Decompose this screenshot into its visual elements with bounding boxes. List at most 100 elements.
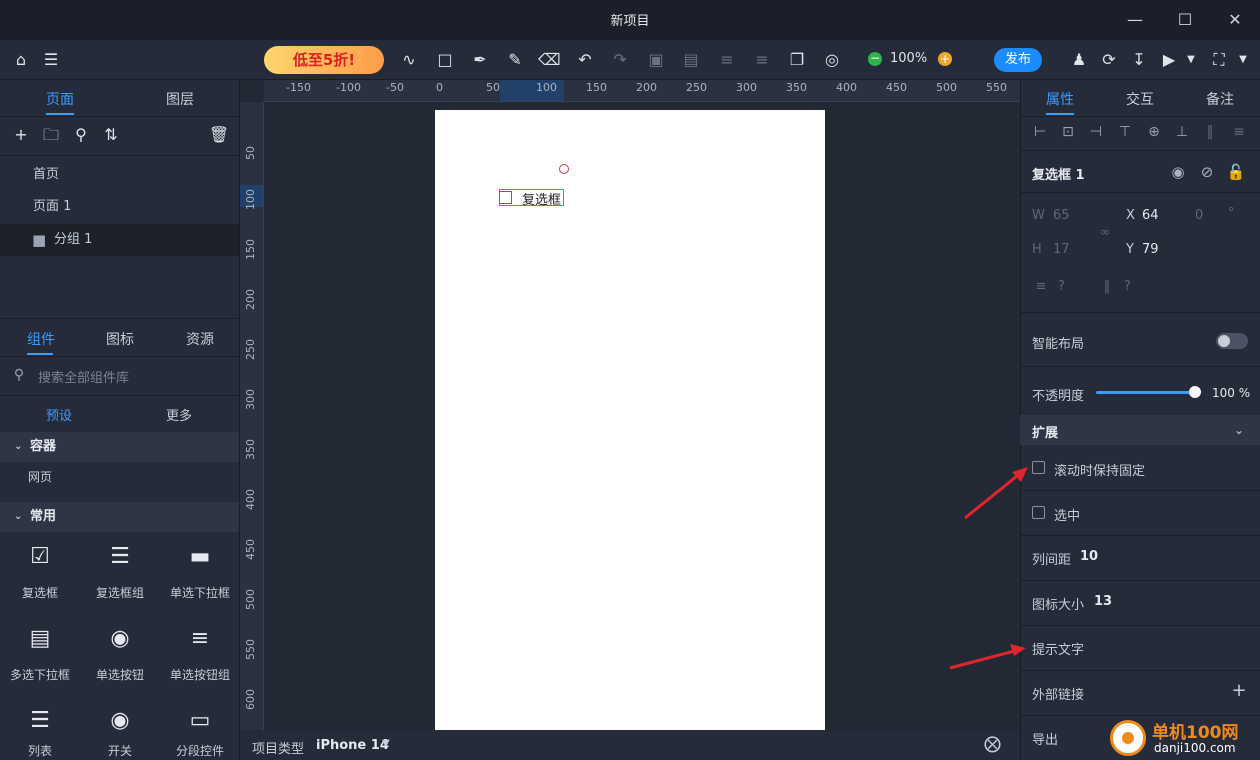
search-icon[interactable]: ⚲	[70, 124, 92, 146]
zoom-in-button[interactable]: +	[938, 52, 952, 66]
pen-icon[interactable]: ✒	[469, 49, 491, 71]
tab-components[interactable]: 组件	[27, 329, 55, 349]
distribute-vertical-icon[interactable]: ≡	[716, 49, 738, 71]
element-name[interactable]: 复选框 1	[1032, 164, 1085, 183]
sort-icon[interactable]: ⇅	[100, 124, 122, 146]
close-button[interactable]: ✕	[1222, 8, 1248, 32]
smart-layout-toggle[interactable]	[1216, 333, 1248, 349]
component-checkbox-group[interactable]: ☰ 复选框组	[80, 540, 160, 601]
promo-banner[interactable]: 低至5折!	[264, 46, 384, 74]
chevron-down-icon[interactable]: ▼	[1232, 49, 1254, 71]
publish-button[interactable]: 发布	[994, 48, 1042, 72]
component-radio[interactable]: ◉ 单选按钮	[80, 622, 160, 683]
tab-properties[interactable]: 属性	[1046, 89, 1074, 109]
component-checkbox[interactable]: ☑ 复选框	[0, 540, 80, 601]
distribute-v-icon[interactable]: ≡	[1228, 121, 1250, 143]
tab-preset[interactable]: 预设	[46, 405, 72, 424]
group-icon[interactable]: ▣	[645, 49, 667, 71]
align-middle-icon[interactable]: ⊕	[1143, 121, 1165, 143]
page-group-item[interactable]: ■ 分组 1	[0, 224, 239, 256]
opacity-slider-thumb[interactable]	[1189, 386, 1201, 398]
tab-pages[interactable]: 页面	[46, 89, 74, 109]
ruler-tick-label: 150	[586, 81, 607, 94]
maximize-button[interactable]: ☐	[1172, 8, 1198, 32]
icon-size-value[interactable]: 13	[1094, 594, 1112, 609]
x-value[interactable]: 64	[1142, 208, 1159, 223]
rotation-handle[interactable]	[559, 164, 569, 174]
padding-value[interactable]: ?	[1058, 279, 1065, 294]
spacing-value[interactable]: ?	[1124, 279, 1131, 294]
project-type-label: 项目类型	[252, 742, 305, 757]
share-icon[interactable]: ⟳	[1098, 49, 1120, 71]
ungroup-icon[interactable]: ▤	[680, 49, 702, 71]
tab-interaction[interactable]: 交互	[1126, 89, 1154, 109]
component-segmented[interactable]: ▭ 分段控件	[160, 704, 240, 759]
section-container[interactable]: ⌄ 容器	[0, 432, 239, 462]
component-switch[interactable]: ◉ 开关	[80, 704, 160, 759]
rotation-value[interactable]: 0	[1195, 208, 1203, 223]
page-item-home[interactable]: 首页	[0, 159, 239, 191]
chevron-down-icon[interactable]: ⌄	[1228, 419, 1250, 441]
target-icon[interactable]: ◎	[821, 49, 843, 71]
eye-icon[interactable]: ◉	[1167, 161, 1189, 183]
align-bottom-icon[interactable]: ⊥	[1171, 121, 1193, 143]
tab-assets[interactable]: 资源	[186, 329, 214, 349]
component-single-dropdown[interactable]: ▬ 单选下拉框	[160, 540, 240, 601]
align-left-icon[interactable]: ⊢	[1029, 121, 1051, 143]
add-frame-icon[interactable]: □	[434, 49, 456, 71]
connector-icon[interactable]: ∿	[398, 49, 420, 71]
layer-order-icon[interactable]: ❐	[786, 49, 808, 71]
disable-icon[interactable]: ⊘	[1196, 161, 1218, 183]
add-icon[interactable]: +	[1228, 680, 1250, 702]
add-page-icon[interactable]: +	[10, 124, 32, 146]
collaborators-icon[interactable]: ♟	[1068, 49, 1090, 71]
preview-icon[interactable]: ▶	[1158, 49, 1180, 71]
ruler-tick-label: 200	[636, 81, 657, 94]
project-type-select[interactable]: iPhone 14	[316, 738, 389, 753]
distribute-h-icon[interactable]: ‖	[1199, 121, 1221, 143]
link-icon[interactable]: ∞	[1094, 222, 1116, 244]
menu-icon[interactable]: ☰	[40, 49, 62, 71]
tab-more[interactable]: 更多	[166, 405, 192, 424]
component-search-input[interactable]: 搜索全部组件库	[38, 367, 129, 386]
align-center-icon[interactable]: ⊡	[1057, 121, 1079, 143]
home-icon[interactable]: ⌂	[10, 49, 32, 71]
download-icon[interactable]: ↧	[1128, 49, 1150, 71]
y-value[interactable]: 79	[1142, 242, 1159, 257]
chevron-down-icon[interactable]: ▼	[1180, 49, 1202, 71]
artboard[interactable]	[435, 110, 825, 730]
divider	[1020, 192, 1260, 193]
eraser-icon[interactable]: ⌫	[538, 49, 561, 71]
tab-icons[interactable]: 图标	[106, 329, 134, 349]
minimize-button[interactable]: —	[1122, 8, 1148, 32]
redo-icon[interactable]: ↷	[609, 49, 631, 71]
component-multi-dropdown[interactable]: ▤ 多选下拉框	[0, 622, 80, 683]
container-webpage[interactable]: 网页	[28, 468, 52, 485]
add-folder-icon[interactable]: 🗀	[40, 124, 62, 146]
tab-layers[interactable]: 图层	[166, 89, 194, 109]
component-radio-group[interactable]: ≡ 单选按钮组	[160, 622, 240, 683]
distribute-horizontal-icon[interactable]: ≡	[751, 49, 773, 71]
col-gap-value[interactable]: 10	[1080, 549, 1098, 564]
fullscreen-icon[interactable]: ⛶	[1208, 49, 1230, 71]
opacity-slider[interactable]	[1096, 391, 1196, 394]
component-list[interactable]: ☰ 列表	[0, 704, 80, 759]
window-title: 新项目	[610, 14, 650, 29]
align-right-icon[interactable]: ⊣	[1085, 121, 1107, 143]
section-common[interactable]: ⌄ 常用	[0, 502, 239, 532]
undo-icon[interactable]: ↶	[574, 49, 596, 71]
compass-icon[interactable]: ⨂	[984, 734, 1001, 754]
zoom-out-button[interactable]: −	[868, 52, 882, 66]
opacity-value[interactable]: 100 %	[1212, 386, 1250, 400]
chevron-down-icon: ⌄	[14, 511, 23, 522]
height-value[interactable]: 17	[1053, 242, 1070, 257]
chevron-down-icon[interactable]: ▼	[382, 738, 390, 749]
align-top-icon[interactable]: ⊤	[1114, 121, 1136, 143]
trash-icon[interactable]: 🗑	[208, 124, 230, 146]
tab-notes[interactable]: 备注	[1206, 89, 1234, 109]
page-item-page1[interactable]: 页面 1	[0, 191, 239, 223]
width-value[interactable]: 65	[1053, 208, 1070, 223]
pencil-icon[interactable]: ✎	[504, 49, 526, 71]
spacing-icon: ‖	[1103, 279, 1111, 294]
lock-icon[interactable]: 🔓	[1225, 161, 1247, 183]
